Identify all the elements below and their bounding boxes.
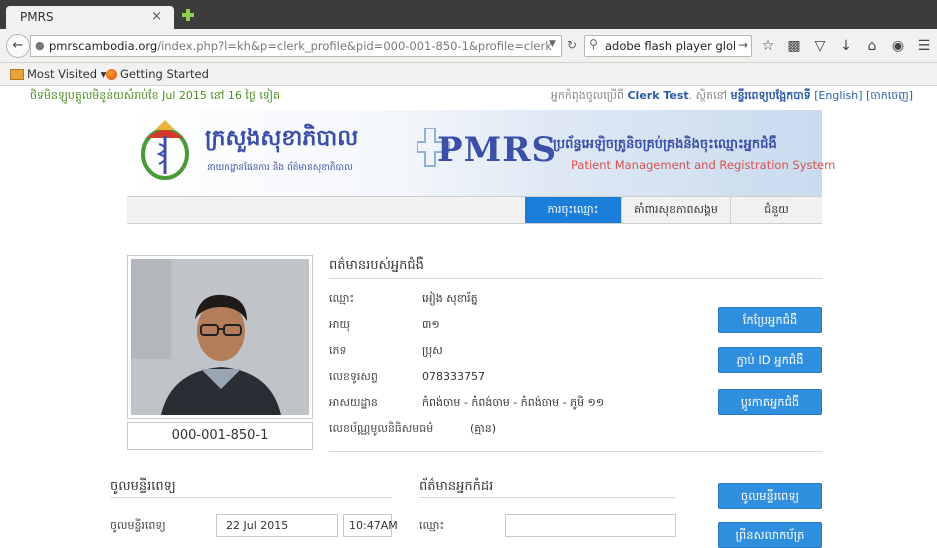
system-title-km: ប្រព័ន្ធអេឡិចត្រូនិចគ្រប់គ្រងនិងចុះឈ្មោះ… (553, 137, 777, 152)
field-value-address: កំពង់ចាម - កំពង់ចាម - កំពង់ចាម - ភូមិ ១១ (422, 396, 605, 409)
browser-tab[interactable]: PMRS × (6, 6, 174, 29)
attendant-name-label: ឈ្មោះ (419, 519, 445, 532)
field-value-sex: ប្រុស (422, 344, 443, 357)
bookmarks-bar: Most Visited ▾ Getting Started (0, 63, 937, 86)
current-hospital: មន្ទីរពេទ្យបង្អែកបាទី (730, 89, 811, 102)
admit-hospital-button[interactable]: ចូលមន្ទីរពេទ្យ (718, 483, 822, 509)
edit-patient-button[interactable]: កែប្រែអ្នកជំងឺ (718, 307, 822, 333)
attendant-name-input[interactable] (505, 514, 676, 537)
language-link[interactable]: [English] (814, 89, 862, 102)
patient-photo-frame (127, 255, 313, 419)
firefox-icon (106, 69, 117, 80)
field-label-address: អាសយដ្ឋាន (329, 396, 378, 409)
back-arrow-icon[interactable]: ← (6, 34, 30, 58)
url-text: pmrscambodia.org/index.php?l=kh&p=clerk_… (49, 39, 552, 53)
admission-label: ចូលមន្ទីរពេទ្យ (110, 519, 166, 532)
browser-nav-bar: ← ● pmrscambodia.org/index.php?l=kh&p=cl… (0, 29, 937, 63)
top-info-strip: ថិទមិនឡូបត្តូលមិនូន់យសំរាប់ខែ Jul 2015 ន… (0, 86, 937, 106)
tab-close-icon[interactable]: × (151, 9, 162, 24)
main-menu: ការចុះឈ្មោះ គាំពារសុខភាពសង្គម ជំនួយ (127, 196, 822, 224)
new-tab-icon[interactable] (182, 9, 194, 21)
system-title-en: Patient Management and Registration Syst… (571, 158, 836, 172)
admission-title: ចូលមន្ទីរពេទ្យ (110, 479, 176, 494)
menu-social-health[interactable]: គាំពារសុខភាពសង្គម (622, 197, 730, 223)
divider (419, 497, 676, 498)
reload-icon[interactable]: ↻ (567, 38, 577, 52)
menu-help[interactable]: ជំនួយ (731, 197, 822, 223)
bookmark-star-icon[interactable]: ☆ (760, 38, 776, 54)
search-bar[interactable]: ⚲ adobe flash player globle pri → (584, 35, 752, 57)
patient-id: 000-001-850-1 (127, 422, 313, 450)
menu-registration[interactable]: ការចុះឈ្មោះ (525, 197, 621, 223)
user-info: អ្នកកំពុងចូលប្រើពី Clerk Test. ស្ថិតនៅ ម… (550, 89, 913, 102)
field-value-age: ៣១ (422, 318, 440, 331)
patient-photo (131, 259, 309, 415)
attendant-info-title: ព័ត៌មានអ្នកកំដរ (419, 479, 494, 494)
search-go-icon[interactable]: → (738, 38, 748, 52)
field-value-name: អៀង សុខារ័ត្ន (422, 292, 478, 305)
pocket-icon[interactable]: ▽ (812, 38, 828, 54)
search-text: adobe flash player globle pri (605, 39, 735, 53)
reading-list-icon[interactable]: ▩ (786, 38, 802, 54)
admission-date-input[interactable]: 22 Jul 2015 (216, 514, 338, 537)
field-label-sex: ភេទ (329, 344, 347, 357)
patient-info-title: ពត៌មានរបស់អ្នកជំងឺ (329, 258, 424, 273)
divider (329, 278, 822, 279)
chat-icon[interactable]: ◉ (890, 38, 906, 54)
print-record-button[interactable]: ព្រីនសលាកប័ត្រ (718, 522, 822, 548)
current-user: Clerk Test (627, 89, 689, 102)
search-icon: ⚲ (589, 37, 598, 51)
download-icon[interactable]: ↓ (838, 38, 854, 54)
site-banner: ក្រសួងសុខាភិបាល នាយកដ្ឋានផែនការ និង ព័ត៌… (127, 110, 835, 196)
field-label-name: ឈ្មោះ (329, 292, 355, 305)
tab-title: PMRS (20, 10, 54, 24)
pmrs-logo-text: PMRS (437, 130, 558, 170)
change-patient-card-button[interactable]: ប្តូរកាតអ្នកជំងឺ (718, 389, 822, 415)
field-value-equity-card: (គ្មាន) (470, 422, 497, 435)
subscription-notice: ថិទមិនឡូបត្តូលមិនូន់យសំរាប់ខែ Jul 2015 ន… (30, 89, 281, 102)
field-label-phone: លេខទូរសព្ទ (329, 370, 378, 383)
url-dropdown-icon[interactable]: ▼ (549, 39, 556, 49)
divider (329, 451, 822, 452)
logout-link[interactable]: [ចាកចេញ] (866, 89, 913, 102)
field-label-age: អាយុ (329, 318, 350, 331)
admission-time-input[interactable]: 10:47AM (343, 514, 398, 537)
folder-icon (10, 69, 24, 80)
field-label-equity-card: លេខប័ណ្ណមូលនិធិសមធម៌ (329, 422, 434, 435)
bookmark-getting-started[interactable]: Getting Started (106, 67, 209, 81)
bookmark-most-visited[interactable]: Most Visited ▾ (10, 67, 106, 81)
browser-tab-bar: PMRS × (0, 0, 937, 29)
home-icon[interactable]: ⌂ (864, 38, 880, 54)
divider (110, 497, 392, 498)
menu-icon[interactable]: ☰ (916, 38, 932, 54)
globe-icon: ● (35, 39, 45, 52)
ministry-title: ក្រសួងសុខាភិបាល (205, 126, 359, 151)
ministry-subtitle: នាយកដ្ឋានផែនការ និង ព័ត៌មានសុខាភិបាល (207, 163, 353, 173)
link-patient-id-button[interactable]: ភ្ជាប់ ID អ្នកជំងឺ (718, 347, 822, 373)
field-value-phone: 078333757 (422, 370, 485, 383)
ministry-logo-icon (141, 120, 189, 180)
url-bar[interactable]: ● pmrscambodia.org/index.php?l=kh&p=cler… (30, 35, 577, 57)
